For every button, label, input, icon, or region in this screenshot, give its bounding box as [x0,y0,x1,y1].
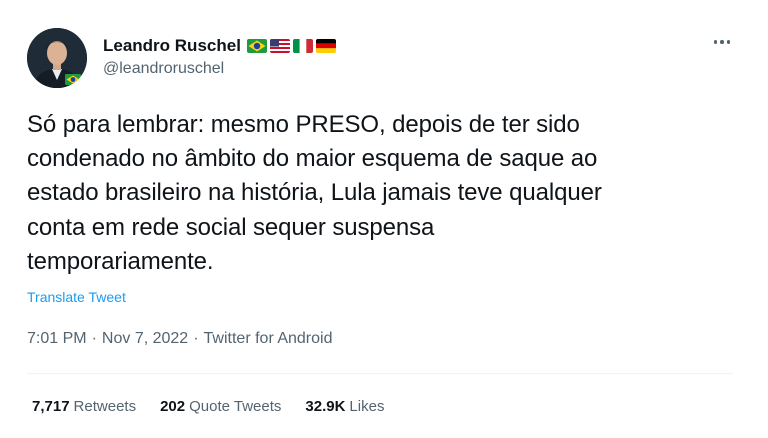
quote-tweets-label: Quote Tweets [189,398,282,415]
retweets-count: 7,717 [32,398,70,415]
avatar[interactable] [27,28,87,88]
tweet-source[interactable]: Twitter for Android [204,330,333,348]
tweet-time[interactable]: 7:01 PM [27,330,87,348]
flag-emojis [246,39,336,53]
usa-flag-icon [269,39,290,53]
divider [27,373,733,374]
meta-separator: · [91,330,97,347]
name-row: Leandro Ruschel [103,35,336,57]
more-options-icon[interactable] [709,32,735,52]
likes-label: Likes [349,398,385,415]
tweet-metadata: 7:01 PM · Nov 7, 2022 · Twitter for Andr… [27,330,332,348]
tweet-card: Leandro Ruschel @leandroruschel Só para … [0,0,768,438]
quote-tweets-count: 202 [160,398,186,415]
meta-separator: · [193,330,199,347]
tweet-header: Leandro Ruschel @leandroruschel [27,28,739,88]
avatar-image [27,28,87,88]
tweet-text: Só para lembrar: mesmo PRESO, depois de … [27,111,602,275]
italy-flag-icon [292,39,313,53]
quote-tweets-stat[interactable]: 202 Quote Tweets [160,398,281,415]
germany-flag-icon [315,39,336,53]
likes-stat[interactable]: 32.9K Likes [305,398,384,415]
tweet-date[interactable]: Nov 7, 2022 [102,330,188,348]
retweets-stat[interactable]: 7,717 Retweets [32,398,136,415]
tweet-stats: 7,717 Retweets 202 Quote Tweets 32.9K Likes [32,398,408,415]
display-name[interactable]: Leandro Ruschel [103,36,241,56]
translate-tweet-link[interactable]: Translate Tweet [27,289,126,305]
brazil-flag-icon [246,39,267,53]
retweets-label: Retweets [73,398,137,415]
user-handle[interactable]: @leandroruschel [103,60,336,78]
likes-count: 32.9K [305,398,346,415]
author-info: Leandro Ruschel @leandroruschel [103,35,336,78]
